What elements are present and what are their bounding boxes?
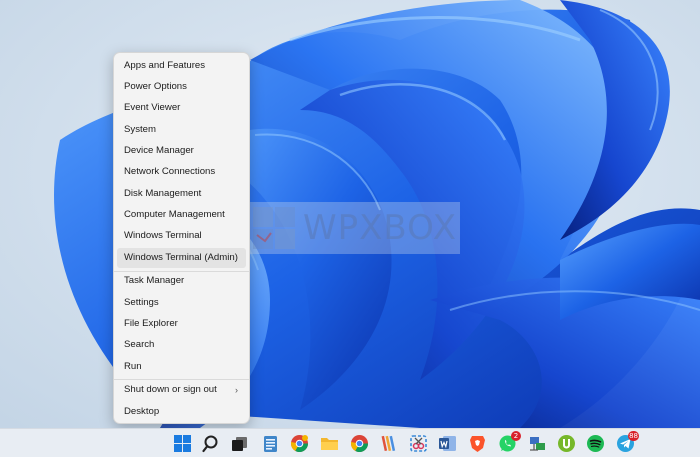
menu-item-label: Disk Management xyxy=(124,188,202,199)
menu-item-windows-terminal-admin[interactable]: Windows Terminal (Admin) xyxy=(117,248,246,268)
word-icon[interactable] xyxy=(438,434,457,453)
menu-item-apps-and-features[interactable]: Apps and Features xyxy=(117,56,246,76)
taskbar: 2 88 xyxy=(0,428,700,457)
winx-context-menu: Apps and Features Power Options Event Vi… xyxy=(113,52,250,424)
menu-item-label: Settings xyxy=(124,297,159,308)
chrome-icon[interactable] xyxy=(290,434,309,453)
watermark-logo-icon xyxy=(253,207,295,249)
menu-item-settings[interactable]: Settings xyxy=(117,293,246,313)
task-view-icon[interactable] xyxy=(230,434,249,453)
menu-item-search[interactable]: Search xyxy=(117,335,246,355)
notepad-icon[interactable] xyxy=(261,434,280,453)
watermark: WPXBOX xyxy=(247,202,460,254)
menu-item-device-manager[interactable]: Device Manager xyxy=(117,141,246,161)
notification-badge: 2 xyxy=(511,431,521,441)
menu-item-windows-terminal[interactable]: Windows Terminal xyxy=(117,226,246,246)
network-app-icon[interactable] xyxy=(528,434,547,453)
notification-badge: 88 xyxy=(628,431,639,441)
menu-item-label: System xyxy=(124,124,156,135)
menu-item-task-manager[interactable]: Task Manager xyxy=(117,271,246,291)
menu-item-label: Windows Terminal (Admin) xyxy=(124,252,238,263)
menu-item-label: Desktop xyxy=(124,406,160,417)
telegram-icon[interactable]: 88 xyxy=(616,431,639,453)
menu-item-run[interactable]: Run xyxy=(117,357,246,377)
pencil-app-icon[interactable] xyxy=(380,434,399,453)
search-icon[interactable] xyxy=(202,434,221,453)
menu-item-computer-management[interactable]: Computer Management xyxy=(117,205,246,225)
menu-item-network-connections[interactable]: Network Connections xyxy=(117,162,246,182)
menu-item-shut-down-or-sign-out[interactable]: Shut down or sign out › xyxy=(117,380,246,400)
menu-item-label: Search xyxy=(124,339,155,350)
menu-item-label: Windows Terminal xyxy=(124,230,202,241)
chevron-right-icon: › xyxy=(235,385,238,395)
brave-icon[interactable] xyxy=(468,434,487,453)
menu-item-label: Device Manager xyxy=(124,145,194,156)
snipping-tool-icon[interactable] xyxy=(409,434,428,453)
spotify-icon[interactable] xyxy=(586,434,605,453)
watermark-text: WPXBOX xyxy=(303,208,458,248)
menu-item-label: Network Connections xyxy=(124,166,216,177)
start-icon[interactable] xyxy=(173,434,192,453)
menu-item-file-explorer[interactable]: File Explorer xyxy=(117,314,246,334)
utorrent-icon[interactable] xyxy=(557,434,576,453)
menu-item-label: Event Viewer xyxy=(124,102,181,113)
menu-item-label: Power Options xyxy=(124,81,187,92)
menu-item-system[interactable]: System xyxy=(117,120,246,140)
menu-item-label: File Explorer xyxy=(124,318,178,329)
chrome-icon[interactable] xyxy=(350,434,369,453)
menu-item-desktop[interactable]: Desktop xyxy=(117,402,246,422)
menu-item-disk-management[interactable]: Disk Management xyxy=(117,184,246,204)
menu-item-label: Computer Management xyxy=(124,209,225,220)
whatsapp-icon[interactable]: 2 xyxy=(498,431,521,453)
menu-item-label: Run xyxy=(124,361,142,372)
menu-item-label: Task Manager xyxy=(124,275,185,286)
menu-item-label: Apps and Features xyxy=(124,60,206,71)
file-explorer-icon[interactable] xyxy=(320,434,339,453)
menu-item-power-options[interactable]: Power Options xyxy=(117,77,246,97)
menu-item-label: Shut down or sign out xyxy=(124,384,217,395)
menu-item-event-viewer[interactable]: Event Viewer xyxy=(117,98,246,118)
